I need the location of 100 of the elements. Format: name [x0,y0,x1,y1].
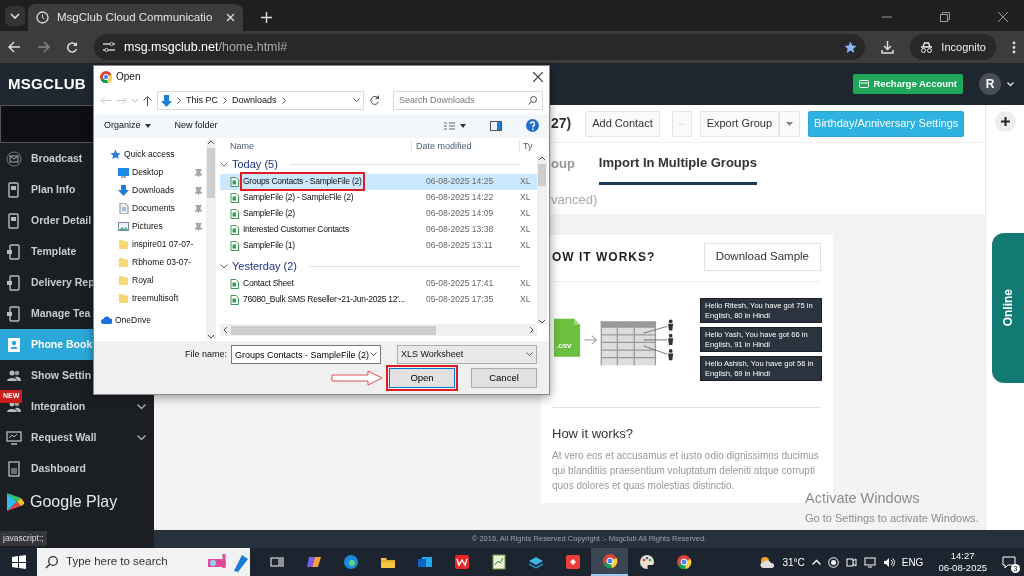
document-icon [6,460,22,477]
file-date: 06-08-2025 13:11 [425,239,494,252]
caret-icon[interactable] [370,352,377,358]
chevron-up-icon[interactable] [811,559,821,565]
help-icon[interactable] [526,119,539,133]
up-icon[interactable] [143,95,152,106]
clock[interactable]: 14:27 06-08-2025 [938,550,987,574]
close-icon[interactable] [533,71,543,82]
network-icon[interactable] [863,556,876,568]
column-header[interactable]: Date modified [412,139,520,154]
file-name-field[interactable]: Groups Contacts - SampleFile (2) [231,345,381,365]
play-store-icon [6,492,24,512]
chevron-down-icon [220,264,228,270]
file-row[interactable]: SampleFile (2) 06-08-2025 14:09 XL [220,205,537,222]
scroll-left-icon [223,327,227,334]
group-header[interactable]: Today (5) [220,155,537,174]
file-type: XL [520,191,531,204]
sidebar-item[interactable]: Show Settin [0,360,154,391]
nav-item[interactable]: Royal [94,271,206,290]
reload-icon[interactable] [66,41,78,53]
scroll-thumb[interactable] [231,325,436,335]
back-icon[interactable] [8,41,21,53]
chevron-down-icon [220,162,228,168]
taskbar-app[interactable] [591,548,628,576]
download-icon[interactable] [881,40,895,54]
incognito-badge[interactable]: Incognito [910,34,996,60]
scroll-thumb[interactable] [207,147,215,198]
star-icon[interactable] [844,40,858,54]
file-type: XL [520,293,531,306]
scrollbar[interactable] [537,155,547,325]
file-row[interactable]: Interested Customer Contacts 06-08-2025 13:38 XL [220,221,537,238]
path-bar[interactable]: This PC Downloads [157,91,365,111]
description-text: At vero eos et accusamus et iusto odio dignissimos ducimus qui blanditiis praesentium voluptatum deleniti atque corrupti quos dolores et quas molestias distinctio. [552,448,820,492]
monitor-icon [6,429,22,446]
refresh-icon[interactable] [369,95,381,107]
file-type-dropdown[interactable]: XLS Worksheet [397,345,537,365]
nav-item[interactable]: OneDrive [94,311,206,330]
caret-icon[interactable] [353,98,361,104]
nav-item[interactable]: Pictures [94,217,206,236]
item-label: Order Detail [31,212,92,228]
file-row[interactable]: SampleFile (1) 06-08-2025 13:11 XL [220,237,537,254]
file-row[interactable]: 76080_Bulk SMS Reseller~21-Jun-2025 12'... 05-08-2025 17:35 XL [220,291,537,308]
address-bar[interactable]: msg.msgclub.net/home.html# [94,34,866,60]
caret-icon [786,122,794,127]
column-header[interactable]: Name [220,139,412,154]
new-tab-icon[interactable] [261,12,272,23]
column-header[interactable]: Ty [520,139,533,154]
item-label: Phone Book [31,336,93,352]
path-segment[interactable]: This PC [186,94,218,108]
nav-item[interactable]: Downloads [94,181,206,200]
item-label: Manage Tea [31,305,91,321]
new-folder-button[interactable]: New folder [174,118,218,133]
google-play-badge[interactable]: Google Play [0,484,154,520]
sidebar-item[interactable]: Dashboard [0,453,154,484]
add-button[interactable] [994,111,1016,132]
file-row[interactable]: Groups Contacts - SampleFile (2) 06-08-2025 14:25 XL [220,173,537,190]
restore-icon[interactable] [940,12,950,22]
view-options-icon[interactable] [444,121,466,130]
export-button[interactable]: Export Group [699,110,780,137]
volume-icon[interactable] [882,556,895,568]
file-row[interactable]: SampleFile (2) - SampleFile (2) 06-08-2025 14:22 XL [220,189,537,206]
close-icon[interactable] [998,12,1008,22]
organize-menu[interactable]: Organize [104,118,151,133]
search-box[interactable]: Type here to search [37,548,250,576]
nav-item[interactable]: Documents [94,199,206,218]
weather-icon [759,555,776,569]
forward-icon[interactable] [37,41,50,53]
cancel-button[interactable]: Cancel [471,368,537,389]
avatar[interactable]: R [979,73,1001,95]
caret-icon [526,352,533,358]
file-type-label: .csv [556,340,572,352]
mobile-icon [6,181,22,198]
dropdown-toggle-button[interactable] [779,110,801,137]
spreadsheet-icon [230,294,239,305]
path-segment[interactable]: Downloads [232,94,277,108]
nav-item[interactable]: inspire01 07-07- [94,235,206,254]
activation-title: Activate Windows [805,489,921,508]
open-button[interactable]: Open [389,368,455,389]
scrollbar[interactable] [220,324,537,337]
site-settings-icon[interactable] [102,41,116,53]
add-contact-button[interactable]: Add Contact [585,110,660,137]
record-icon[interactable] [827,556,839,568]
nav-item[interactable]: treemultisoft [94,289,206,308]
nav-item[interactable]: Rbhome 03-07- [94,253,206,272]
nav-item[interactable]: Desktop [94,163,206,182]
online-tab[interactable]: Online [992,233,1024,383]
group-header[interactable]: Yesterday (2) [220,257,537,276]
logo: MSGCLUB [8,73,86,94]
menu-icon[interactable] [1012,40,1016,54]
nav-item[interactable]: Quick access [94,145,206,164]
search-field[interactable]: Search Downloads [393,91,543,111]
file-row[interactable]: Contact Sheet 05-08-2025 17:41 XL [220,275,537,292]
preview-pane-icon[interactable] [490,120,502,131]
browser-tab[interactable]: MsgClub Cloud Communicatio [28,4,243,31]
tab-list-icon[interactable] [5,6,25,26]
scroll-thumb[interactable] [538,163,546,186]
scrollbar[interactable] [206,139,216,340]
download-sample-button[interactable]: Download Sample [703,243,821,271]
language-indicator[interactable]: ENG [901,554,924,570]
sidebar-item[interactable]: Request Wall [0,422,154,453]
